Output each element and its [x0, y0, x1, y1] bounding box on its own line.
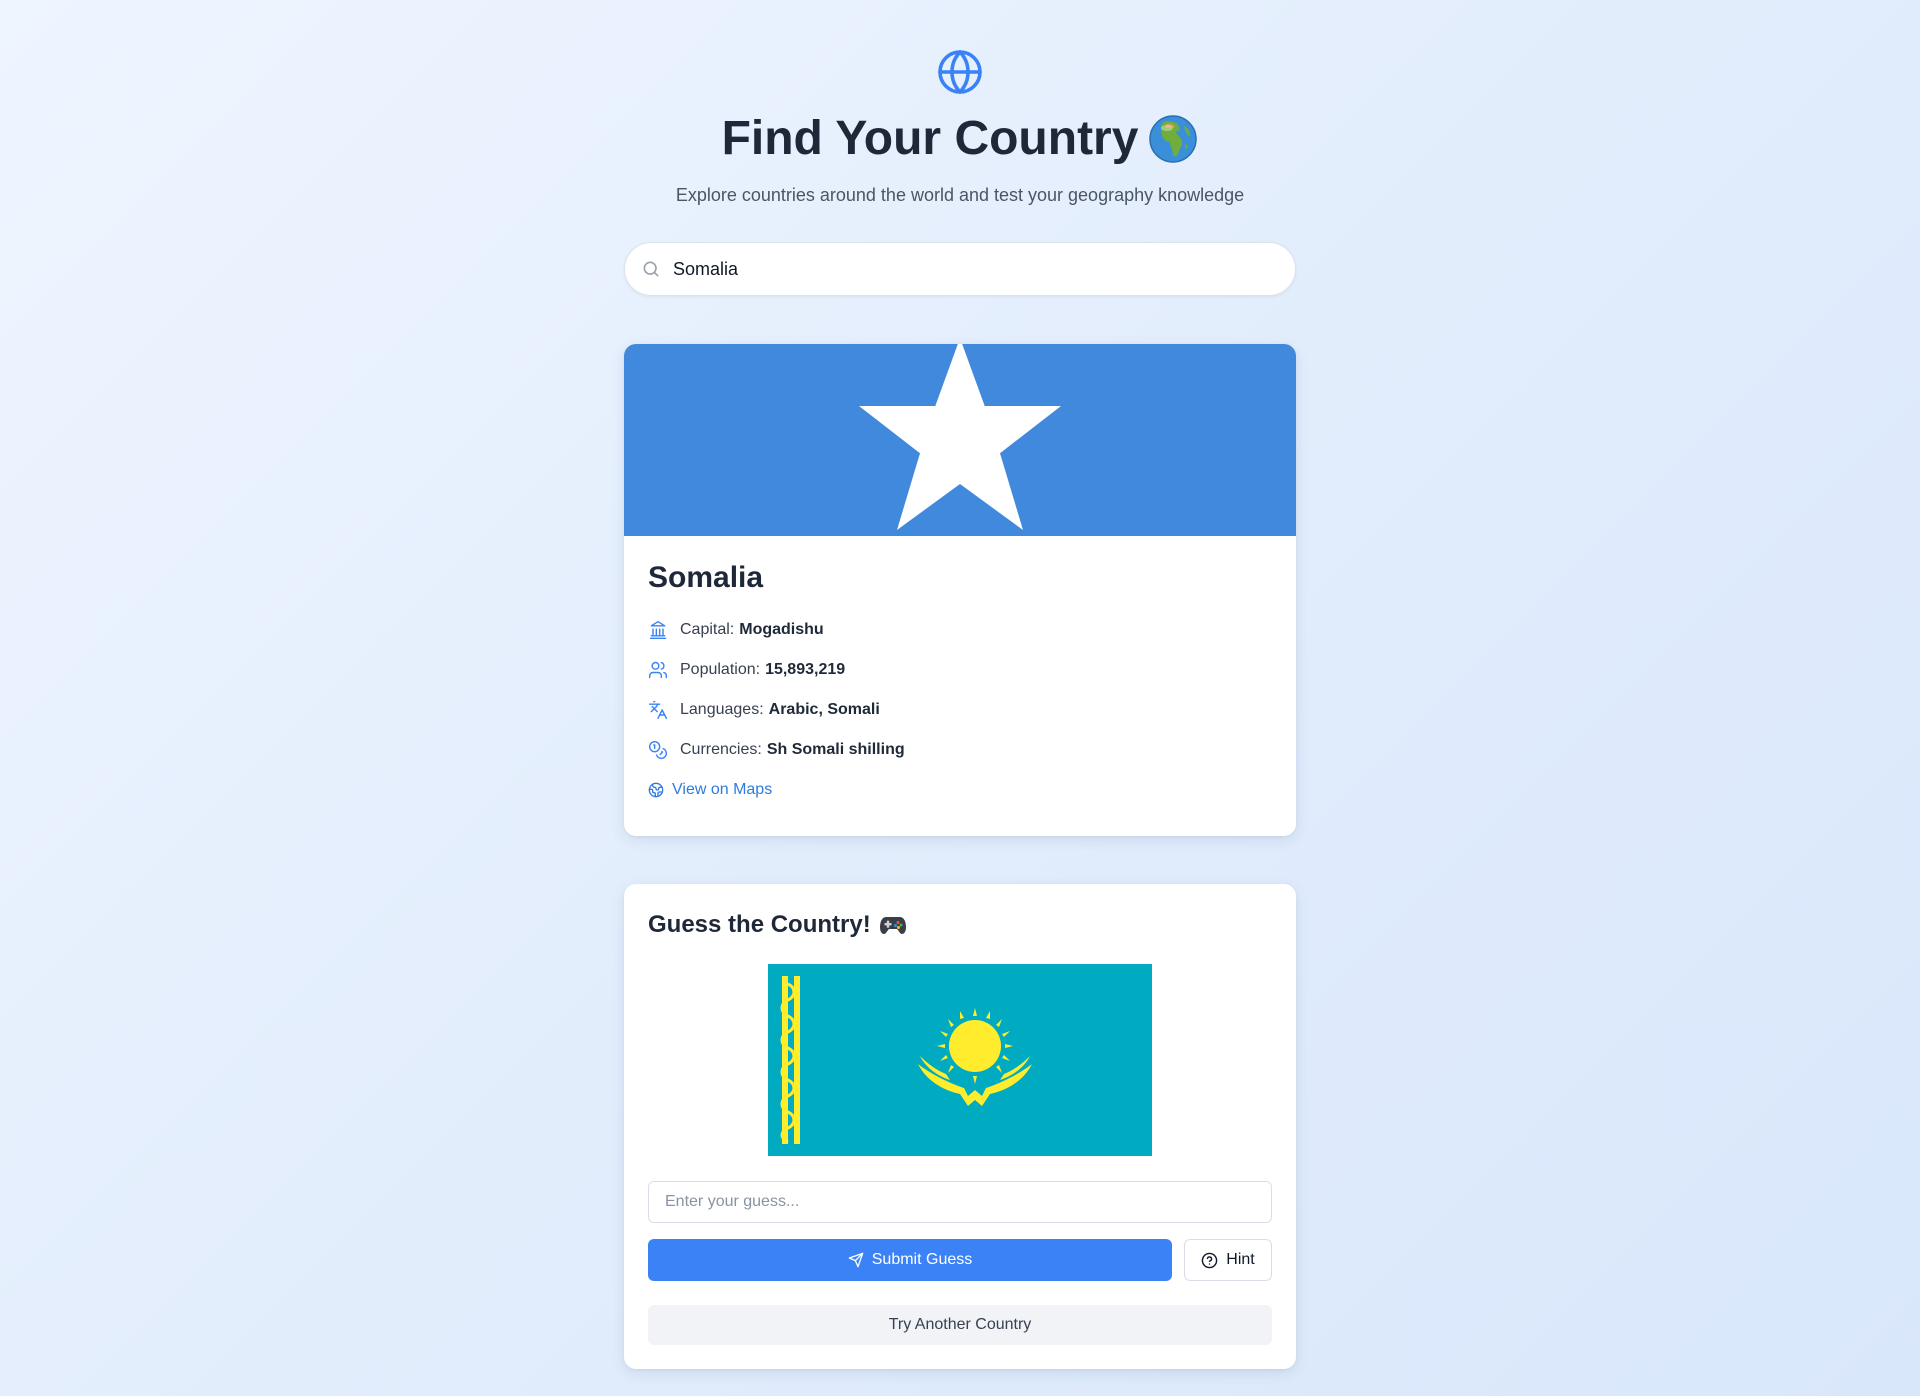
capital-row: Capital: Mogadishu [648, 610, 1272, 650]
globe-icon [938, 50, 982, 94]
population-label: Population: [680, 661, 761, 678]
currencies-row: Currencies: Sh Somali shilling [648, 730, 1272, 770]
country-details: Somalia Capital: Mogadishu Population: 1… [624, 536, 1296, 836]
guess-input[interactable] [648, 1181, 1272, 1223]
game-title: Guess the Country! [648, 910, 1272, 940]
page-subtitle: Explore countries around the world and t… [675, 185, 1245, 205]
users-icon [648, 661, 668, 679]
globe-small-icon [648, 782, 664, 798]
population-value: 15,893,219 [765, 661, 846, 678]
somalia-flag [624, 344, 1296, 536]
game-title-text: Guess the Country! [648, 911, 871, 938]
page-title: Find Your Country [624, 109, 1296, 169]
languages-value: Arabic, Somali [768, 701, 880, 718]
country-info-list: Capital: Mogadishu Population: 15,893,21… [648, 610, 1272, 810]
country-card: Somalia Capital: Mogadishu Population: 1… [624, 344, 1296, 836]
currencies-label: Currencies: [680, 741, 762, 758]
languages-label: Languages: [680, 701, 764, 718]
header: Find Your Country Explore countries arou… [624, 48, 1296, 206]
coins-icon [648, 740, 667, 759]
submit-guess-button[interactable]: Submit Guess [648, 1239, 1172, 1281]
search-input[interactable] [673, 243, 1295, 295]
game-button-row: Submit Guess Hint [648, 1239, 1272, 1281]
page: Find Your Country Explore countries arou… [624, 0, 1296, 1369]
languages-row: Languages: Arabic, Somali [648, 690, 1272, 730]
capital-value: Mogadishu [739, 621, 824, 638]
send-icon [848, 1252, 864, 1268]
submit-guess-label: Submit Guess [871, 1251, 973, 1268]
population-row: Population: 15,893,219 [648, 650, 1272, 690]
try-another-country-button[interactable]: Try Another Country [648, 1305, 1272, 1345]
search-bar[interactable] [624, 242, 1296, 296]
guess-game-card: Guess the Country! Enter your guess... S… [624, 884, 1296, 1369]
page-title-text: Find Your Country [721, 112, 1139, 165]
kazakhstan-flag [768, 964, 1152, 1156]
country-name: Somalia [648, 561, 764, 594]
help-circle-icon [1201, 1252, 1218, 1268]
hint-button[interactable]: Hint [1184, 1239, 1272, 1281]
search-icon [643, 261, 659, 277]
hint-label: Hint [1226, 1251, 1255, 1268]
landmark-icon [649, 620, 667, 640]
languages-icon [648, 700, 668, 720]
capital-label: Capital: [680, 621, 735, 638]
earth-africa-emoji-icon [1149, 115, 1198, 163]
view-on-maps-link[interactable]: View on Maps [648, 770, 1272, 810]
gamepad-icon [879, 917, 906, 934]
quiz-flag-container [648, 964, 1272, 1161]
currencies-value: Sh Somali shilling [766, 741, 905, 758]
view-on-maps-label: View on Maps [672, 781, 773, 798]
